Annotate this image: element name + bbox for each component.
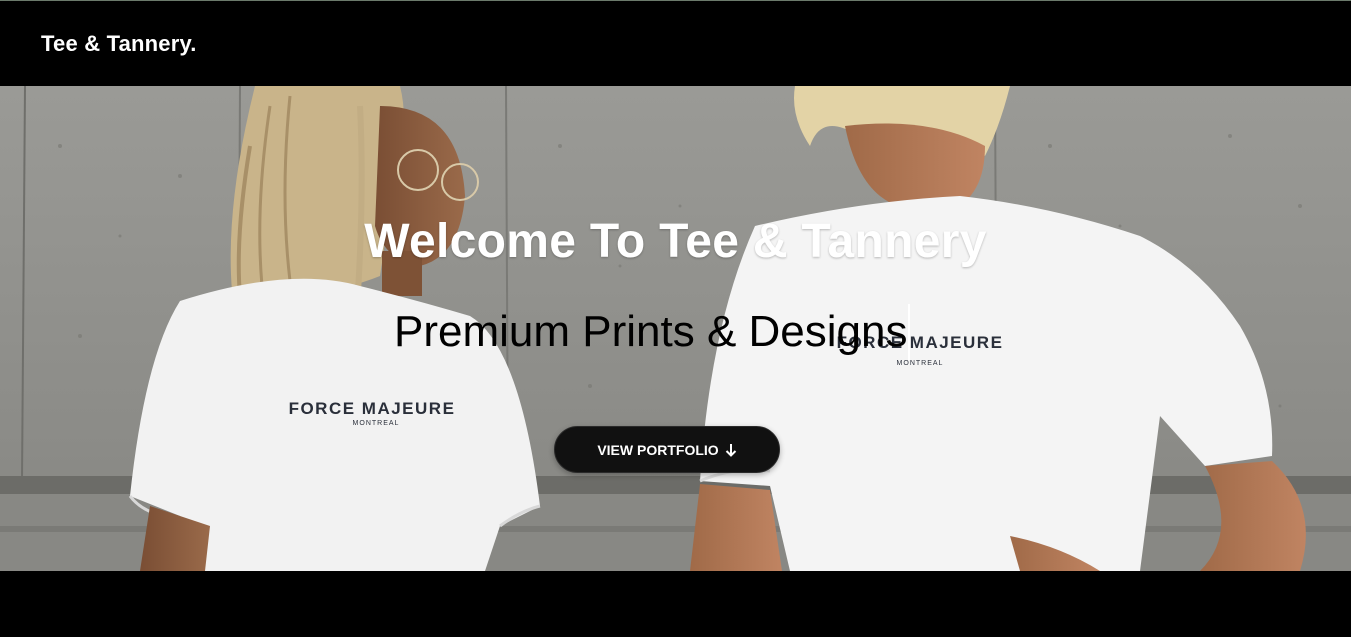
- brand-logo-link[interactable]: Tee & Tannery.: [41, 31, 197, 57]
- view-portfolio-label: VIEW PORTFOLIO: [597, 441, 719, 458]
- shirt-print-right-sub: MONTREAL: [897, 360, 944, 367]
- hero-subtitle-typed: Premium Prints & Designs: [394, 304, 911, 360]
- hero-section: FORCE MAJEURE MONTREAL FORCE MAJEURE MON…: [0, 86, 1351, 571]
- arrow-down-icon: [725, 443, 736, 457]
- view-portfolio-button[interactable]: VIEW PORTFOLIO: [554, 426, 780, 473]
- top-navbar: Tee & Tannery.: [0, 0, 1351, 86]
- shirt-print-left: FORCE MAJEURE: [289, 399, 456, 418]
- footer-band: [0, 571, 1351, 637]
- hero-title: Welcome To Tee & Tannery: [364, 215, 987, 268]
- shirt-print-left-sub: MONTREAL: [353, 420, 400, 427]
